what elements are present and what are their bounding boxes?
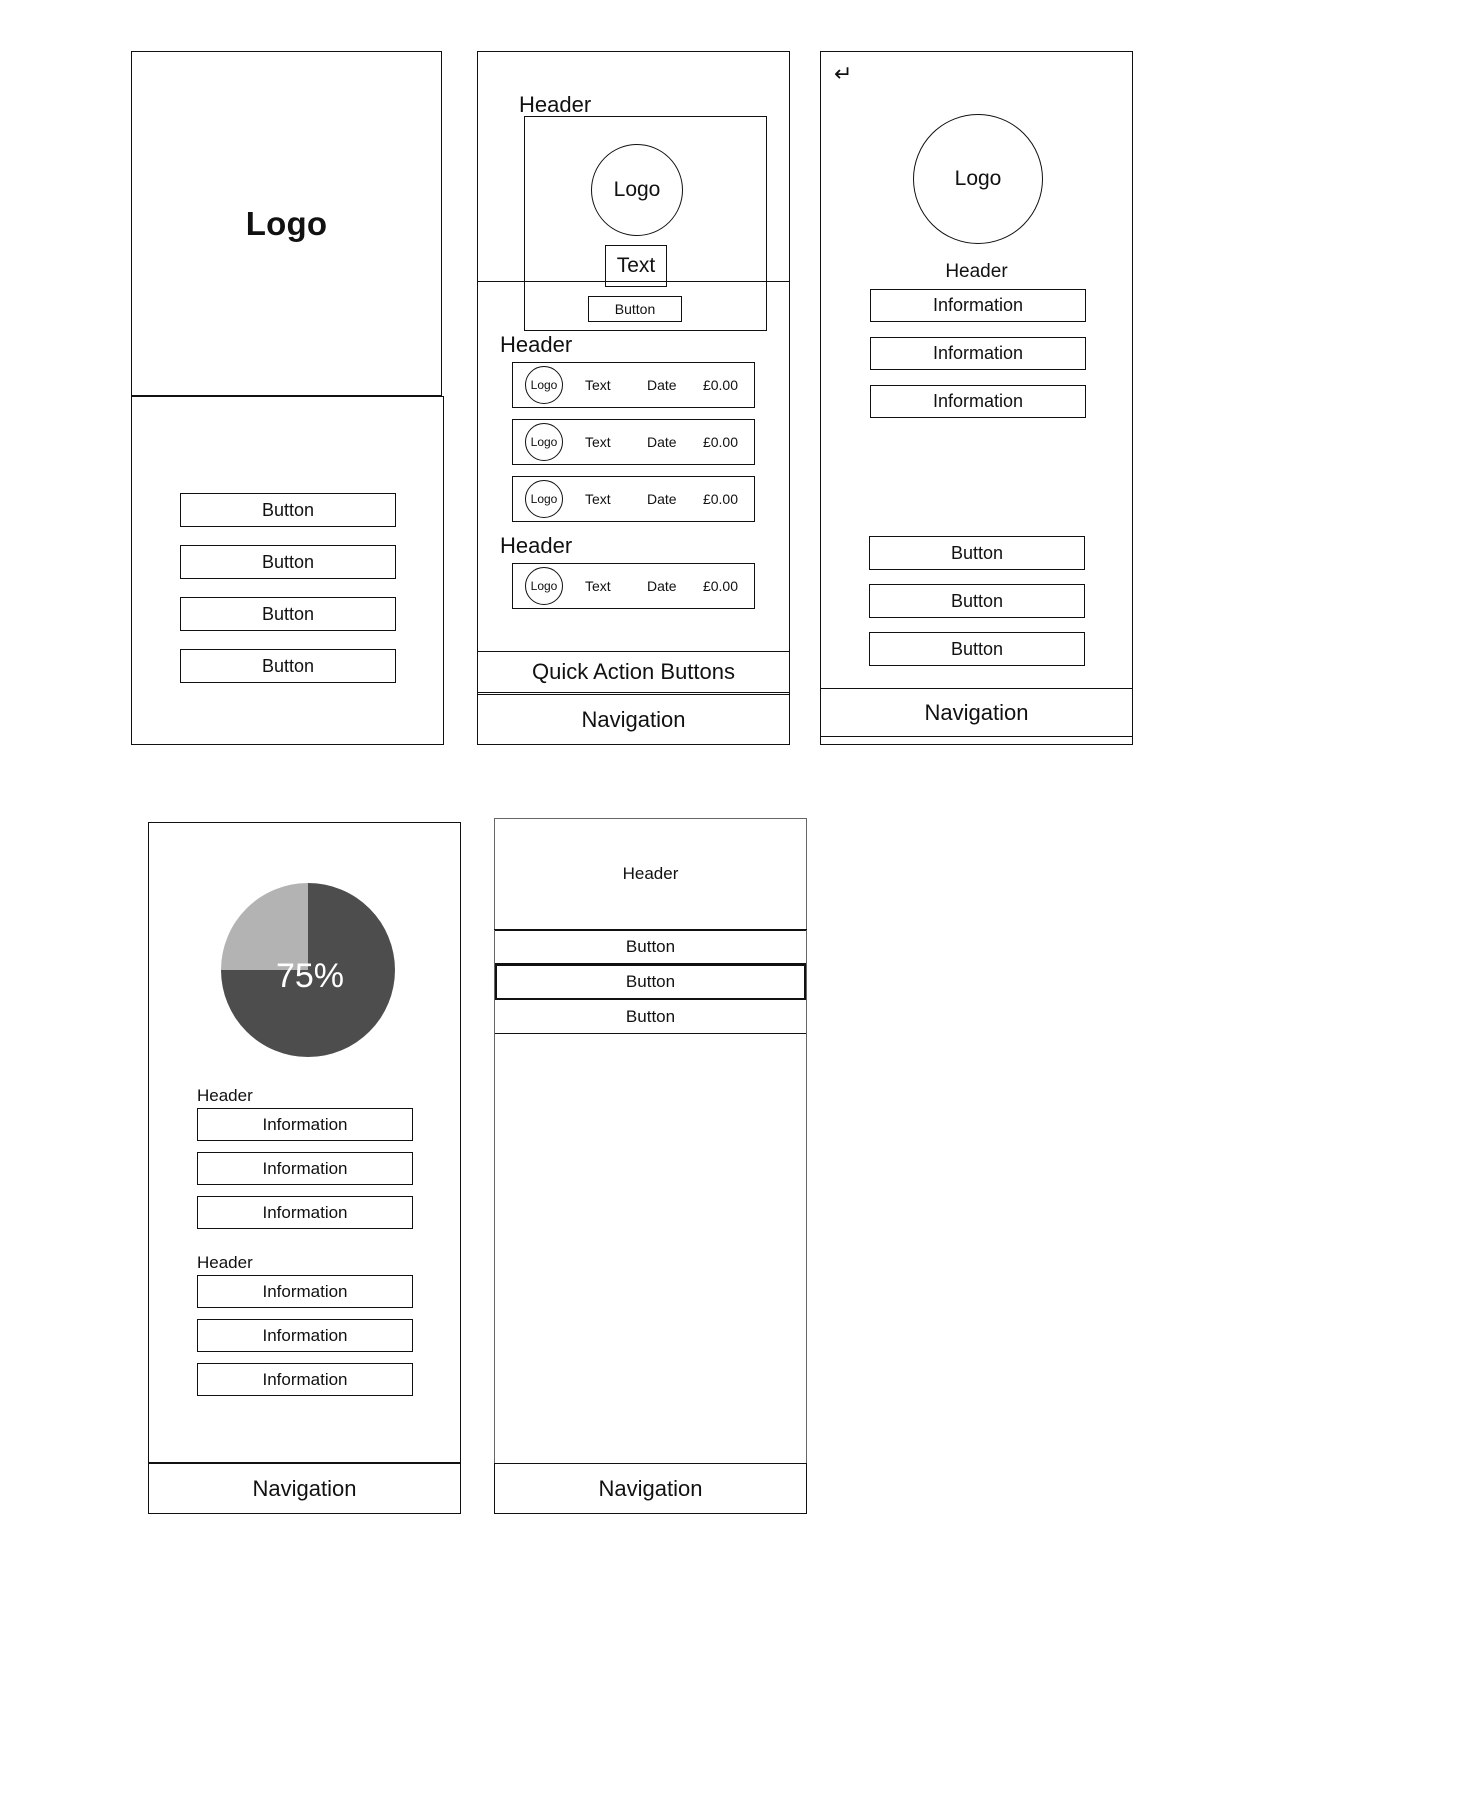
information-row-1[interactable]: Information [197,1108,413,1141]
row-logo-icon: Logo [525,567,563,605]
screen4-frame: 75% Header Information Information Infor… [148,822,461,1463]
row-amount: £0.00 [702,491,738,507]
screen4-section-header-2: Header [197,1253,253,1272]
information-row-5[interactable]: Information [197,1319,413,1352]
row-amount: £0.00 [702,377,738,393]
screen1-button-panel: Button Button Button Button [131,396,444,745]
row-logo-icon: Logo [525,480,563,518]
screen2-section-header-2: Header [500,533,573,558]
row-logo-icon: Logo [525,366,563,404]
screen5-button-1[interactable]: Button [495,930,806,964]
row-text: Text [585,434,611,450]
screen2-hero-card: Logo Text Button [524,116,767,331]
table-row[interactable]: Logo Text Date £0.00 [512,563,755,609]
row-date: Date [647,434,677,450]
bottom-navigation-bar[interactable]: Navigation [820,688,1133,737]
row-date: Date [647,578,677,594]
screen-splash: Logo Button Button Button Button [131,51,444,745]
bottom-navigation-bar[interactable]: Navigation [477,694,790,745]
table-row[interactable]: Logo Text Date £0.00 [512,476,755,522]
table-row[interactable]: Logo Text Date £0.00 [512,419,755,465]
information-row-4[interactable]: Information [197,1275,413,1308]
information-row-3[interactable]: Information [870,385,1086,418]
screen5-button-2[interactable]: Button [495,964,806,1000]
screen2-section-header-1: Header [500,332,573,357]
donut-pie-chart: 75% [221,883,395,1057]
hero-logo-circle: Logo [591,144,683,236]
app-logo-text: Logo [245,204,328,242]
screen3-button-2[interactable]: Button [869,584,1085,618]
bottom-navigation-bar[interactable]: Navigation [494,1463,807,1514]
row-date: Date [647,377,677,393]
bottom-navigation-bar[interactable]: Navigation [148,1463,461,1514]
screen4-section-header-1: Header [197,1086,253,1105]
screen3-button-3[interactable]: Button [869,632,1085,666]
screen1-button-3[interactable]: Button [180,597,396,631]
screen-feed: Header Logo Text Button Header Logo Text… [477,51,790,745]
back-arrow-icon[interactable]: ↵ [834,63,852,85]
row-text: Text [585,377,611,393]
screen3-header: Header [945,261,1008,282]
pie-center-label: 75% [275,956,345,995]
screen5-header: Header [494,818,807,930]
row-text: Text [585,578,611,594]
screen5-button-3[interactable]: Button [495,1000,806,1034]
screen-simple-list: Header Button Button Button Navigation [494,818,807,1514]
information-row-2[interactable]: Information [197,1152,413,1185]
screen1-button-4[interactable]: Button [180,649,396,683]
row-amount: £0.00 [702,578,738,594]
row-text: Text [585,491,611,507]
information-row-3[interactable]: Information [197,1196,413,1229]
hero-text-box: Text [605,245,667,287]
row-logo-icon: Logo [525,423,563,461]
information-row-6[interactable]: Information [197,1363,413,1396]
profile-logo-circle: Logo [913,114,1043,244]
information-row-2[interactable]: Information [870,337,1086,370]
screen2-list-area: Header Logo Text Date £0.00 Logo Text Da… [477,332,790,620]
screen1-button-1[interactable]: Button [180,493,396,527]
quick-action-buttons-bar[interactable]: Quick Action Buttons [477,651,790,693]
hero-action-button[interactable]: Button [588,296,682,322]
screen3-button-1[interactable]: Button [869,536,1085,570]
screen2-hero-header: Header [519,92,592,117]
row-amount: £0.00 [702,434,738,450]
screen1-button-2[interactable]: Button [180,545,396,579]
table-row[interactable]: Logo Text Date £0.00 [512,362,755,408]
screen-statistics: 75% Header Information Information Infor… [148,822,461,1514]
information-row-1[interactable]: Information [870,289,1086,322]
logo-panel: Logo [131,51,442,396]
screen-profile: ↵ Logo Header Information Information In… [820,51,1133,745]
row-date: Date [647,491,677,507]
